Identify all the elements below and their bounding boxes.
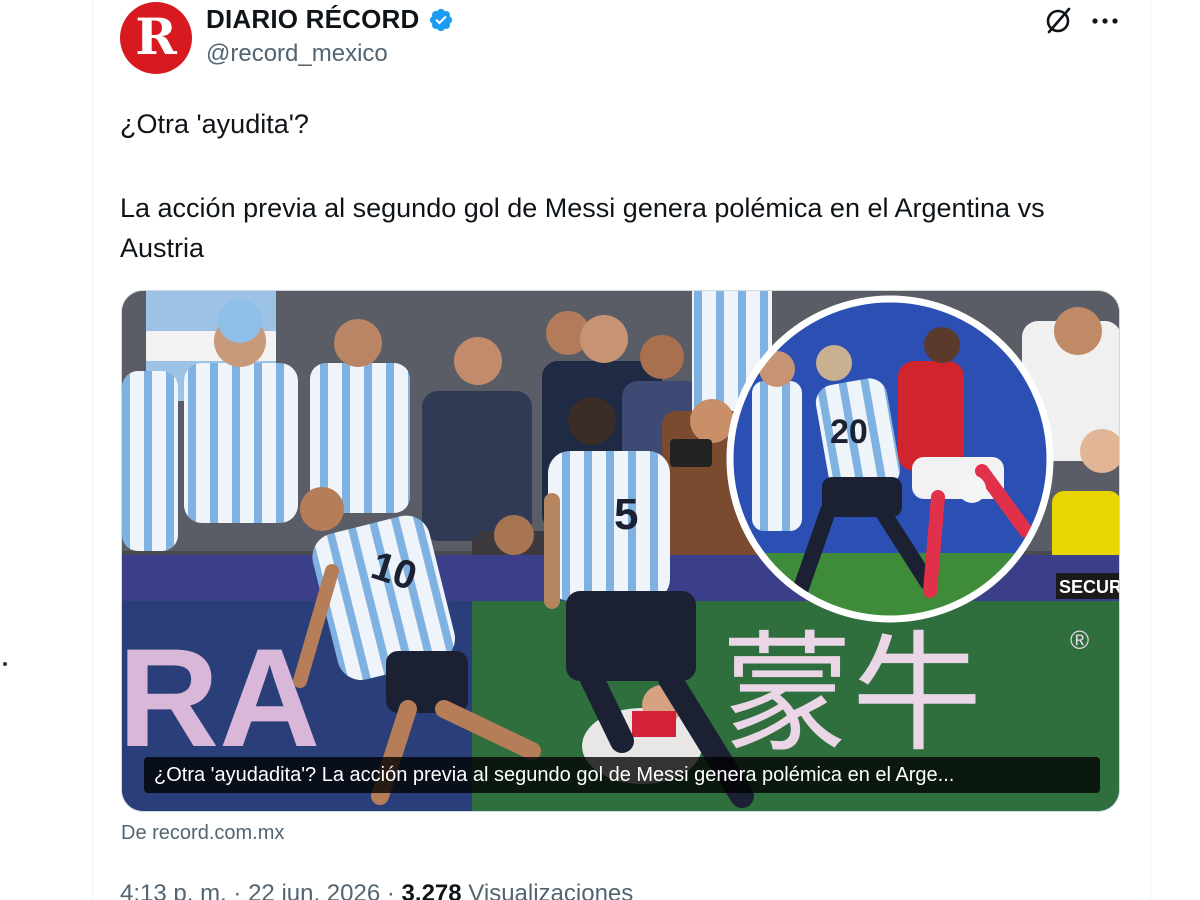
security-vest-text: SECURI [1059,577,1120,597]
tweet-text-line-question: ¿Otra 'ayudita'? [120,109,309,139]
registered-mark: ® [1070,625,1089,655]
tweet-date[interactable]: 22 jun. 2026 [248,880,380,900]
preview-image: RA 蒙牛 ® 10 5 20 SECURI [122,291,1120,811]
tweet-text-line-body: La acción previa al segundo gol de Messi… [120,193,1045,263]
jersey-number-center: 5 [614,490,638,539]
link-preview-card[interactable]: RA 蒙牛 ® 10 5 20 SECURI ¿Otra 'ayudadita'… [121,290,1120,812]
avatar-logo-letter: R [135,7,177,66]
meta-separator: · [386,880,395,900]
timeline-border-left [92,0,93,900]
security-steward: SECURI [1056,573,1120,599]
jersey-number-inset: 20 [830,413,868,451]
meta-separator: · [233,880,242,900]
tweet-time[interactable]: 4:13 p. m. [120,880,227,900]
board-chinese-text: 蒙牛 [722,618,982,770]
display-name[interactable]: DIARIO RÉCORD [206,4,420,35]
board-latin-text: RA [122,619,320,776]
stray-dot [3,662,7,666]
timeline-border-right [1150,0,1151,900]
link-source[interactable]: De record.com.mx [121,822,284,845]
views-count: 3.278 [401,880,462,900]
views-label: Visualizaciones [468,880,634,900]
grok-slash-circle-icon[interactable] [1042,4,1074,36]
tweet-text: ¿Otra 'ayudita'? La acción previa al seg… [120,104,1110,268]
author-name-row: DIARIO RÉCORD [206,4,454,35]
verified-badge-icon[interactable] [428,7,454,33]
more-horizontal-icon[interactable] [1088,4,1122,36]
author-handle[interactable]: @record_mexico [206,40,388,68]
tweet-page: R DIARIO RÉCORD @record_mexico ¿Otra 'ay… [0,0,1200,900]
preview-caption: ¿Otra 'ayudadita'? La acción previa al s… [144,757,1100,793]
avatar[interactable]: R [120,2,192,74]
tweet-meta: 4:13 p. m. · 22 jun. 2026 · 3.278 Visual… [120,880,633,900]
